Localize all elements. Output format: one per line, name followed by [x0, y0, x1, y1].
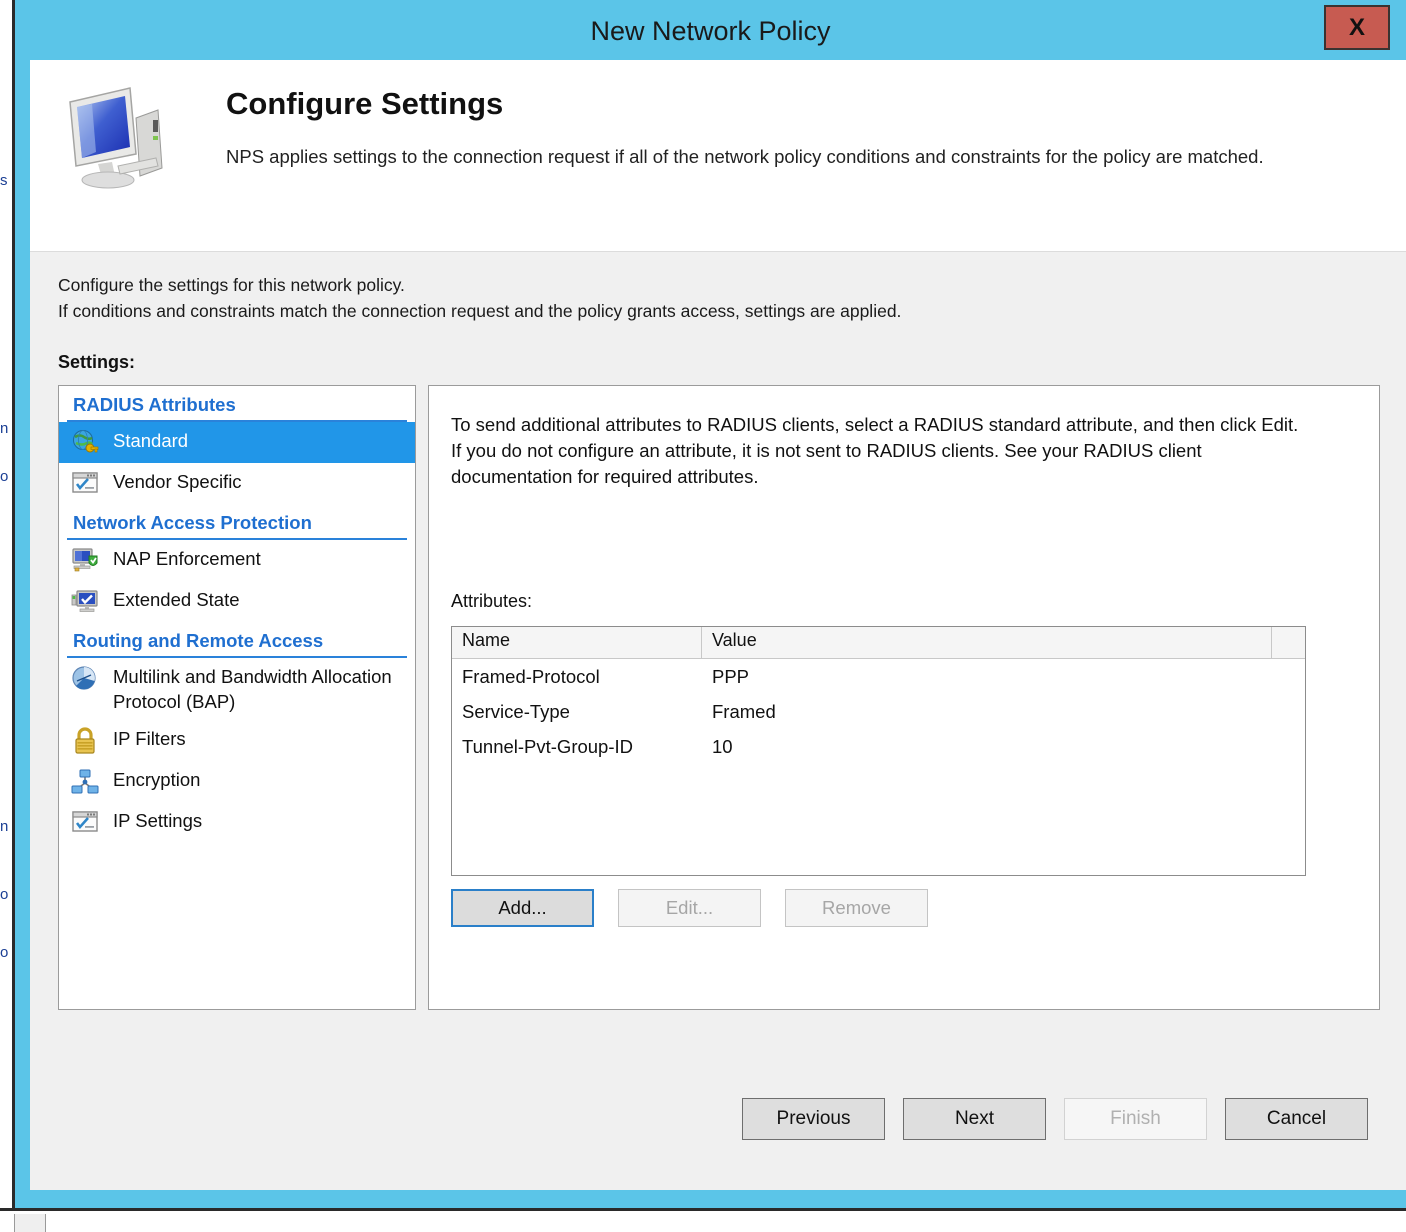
- attribute-action-buttons: Add... Edit... Remove: [451, 889, 928, 927]
- add-button[interactable]: Add...: [451, 889, 594, 927]
- sidebar-item-label: Extended State: [113, 589, 240, 610]
- sidebar-item-label: Encryption: [113, 769, 201, 790]
- cancel-button[interactable]: Cancel: [1225, 1098, 1368, 1140]
- attributes-label: Attributes:: [451, 591, 533, 611]
- window-check-icon: [71, 470, 101, 498]
- table-header-row: Name Value: [452, 627, 1305, 659]
- settings-group-heading-routing-and-remote-access: Routing and Remote Access: [67, 622, 407, 658]
- column-header-name[interactable]: Name: [452, 627, 702, 658]
- table-row[interactable]: Tunnel-Pvt-Group-ID 10: [452, 729, 1305, 764]
- network-nodes-icon: [71, 768, 101, 796]
- table-row[interactable]: Service-Type Framed: [452, 694, 1305, 729]
- page-title: Configure Settings: [226, 86, 504, 121]
- edit-button: Edit...: [618, 889, 761, 927]
- dialog-header-band: Configure Settings NPS applies settings …: [30, 60, 1406, 252]
- settings-list[interactable]: RADIUS Attributes Standard Vendor Specif…: [58, 385, 416, 1010]
- instructions-block: Configure the settings for this network …: [58, 272, 901, 324]
- settings-group-heading-network-access-protection: Network Access Protection: [67, 504, 407, 540]
- background-ghost-text: n: [0, 818, 9, 835]
- sidebar-item-label: Multilink and Bandwidth Allocation Proto…: [113, 666, 392, 712]
- previous-button[interactable]: Previous: [742, 1098, 885, 1140]
- dialog-title: New Network Policy: [590, 16, 831, 46]
- background-ghost-text: s: [0, 172, 8, 189]
- background-ghost-text: o: [0, 468, 9, 485]
- cell-attribute-name: Tunnel-Pvt-Group-ID: [462, 735, 634, 757]
- detail-pane: To send additional attributes to RADIUS …: [428, 385, 1380, 1010]
- background-ghost-text: o: [0, 944, 9, 961]
- sidebar-item-label: Standard: [113, 430, 189, 451]
- table-row[interactable]: Framed-Protocol PPP: [452, 659, 1305, 694]
- sidebar-item-ip-filters[interactable]: IP Filters: [59, 720, 415, 761]
- background-status-cell: [14, 1214, 46, 1232]
- sidebar-item-label: IP Settings: [113, 810, 203, 831]
- sidebar-item-label: Vendor Specific: [113, 471, 242, 492]
- instructions-line-1: Configure the settings for this network …: [58, 275, 405, 295]
- next-button[interactable]: Next: [903, 1098, 1046, 1140]
- background-ghost-text: n: [0, 420, 9, 437]
- navigation-buttons: Previous Next Finish Cancel: [742, 1098, 1368, 1140]
- column-header-value[interactable]: Value: [702, 627, 1272, 658]
- window-check-icon: [71, 809, 101, 837]
- cell-attribute-name: Framed-Protocol: [462, 665, 600, 687]
- cell-attribute-name: Service-Type: [462, 700, 570, 722]
- detail-description: To send additional attributes to RADIUS …: [451, 414, 1299, 487]
- page-subtitle: NPS applies settings to the connection r…: [226, 146, 1264, 167]
- cell-attribute-value: Framed: [712, 700, 776, 722]
- dialog-titlebar[interactable]: New Network Policy X: [15, 0, 1406, 60]
- remove-button: Remove: [785, 889, 928, 927]
- settings-label: Settings:: [58, 352, 136, 372]
- padlock-icon: [71, 727, 101, 755]
- cell-attribute-value: 10: [712, 735, 733, 757]
- sidebar-item-extended-state[interactable]: Extended State: [59, 581, 415, 622]
- sidebar-item-multilink-bap[interactable]: Multilink and Bandwidth Allocation Proto…: [59, 658, 415, 720]
- sidebar-item-label: NAP Enforcement: [113, 548, 261, 569]
- sidebar-item-standard[interactable]: Standard: [59, 422, 415, 463]
- sidebar-item-label: IP Filters: [113, 728, 186, 749]
- globe-key-icon: [71, 429, 101, 457]
- background-status-bar: [0, 1208, 1406, 1232]
- background-ghost-text: o: [0, 886, 9, 903]
- attributes-table[interactable]: Name Value Framed-Protocol PPP Service-T…: [451, 626, 1306, 876]
- finish-button: Finish: [1064, 1098, 1207, 1140]
- pie-chart-icon: [71, 665, 101, 693]
- monitor-shield-icon: [71, 547, 101, 575]
- computer-monitor-icon: [58, 80, 180, 190]
- sidebar-item-nap-enforcement[interactable]: NAP Enforcement: [59, 540, 415, 581]
- dialog-footer: Previous Next Finish Cancel: [30, 1082, 1406, 1190]
- close-icon[interactable]: X: [1324, 5, 1390, 50]
- dialog-body: Configure Settings NPS applies settings …: [30, 60, 1406, 1190]
- sidebar-item-vendor-specific[interactable]: Vendor Specific: [59, 463, 415, 504]
- sidebar-item-encryption[interactable]: Encryption: [59, 761, 415, 802]
- instructions-line-2: If conditions and constraints match the …: [58, 301, 902, 321]
- monitor-check-icon: [71, 588, 101, 616]
- sidebar-item-ip-settings[interactable]: IP Settings: [59, 802, 415, 843]
- new-network-policy-dialog: New Network Policy X Configure Settings …: [15, 0, 1406, 1208]
- column-header-spacer: [1272, 627, 1305, 658]
- settings-group-heading-radius-attributes: RADIUS Attributes: [67, 386, 407, 422]
- cell-attribute-value: PPP: [712, 665, 750, 687]
